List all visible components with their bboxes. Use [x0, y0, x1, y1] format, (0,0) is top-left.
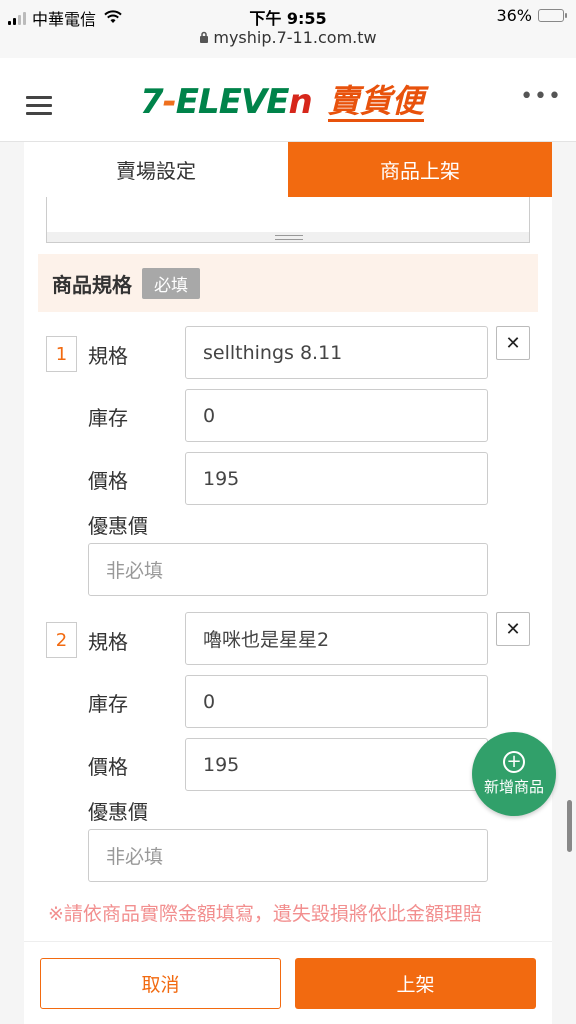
tab-bar: 賣場設定 商品上架 — [24, 142, 552, 197]
url-bar[interactable]: myship.7-11.com.tw — [0, 28, 576, 47]
stock-input[interactable]: 0 — [185, 675, 488, 728]
section-title: 商品規格 — [52, 272, 132, 297]
spec-label: 規格 — [88, 630, 128, 654]
sale-price-label: 優惠價 — [88, 514, 148, 538]
lock-icon — [199, 31, 209, 46]
scrollbar[interactable] — [567, 800, 572, 852]
price-input[interactable]: 195 — [185, 738, 488, 791]
clock: 下午 9:55 — [249, 9, 327, 28]
battery-icon — [538, 9, 567, 22]
battery-status: 36% — [496, 6, 567, 25]
sale-price-input[interactable]: 非必填 — [88, 543, 488, 596]
seven-eleven-logo: 7-ELEVEn — [140, 82, 313, 122]
price-label: 價格 — [88, 755, 128, 779]
sale-price-input[interactable]: 非必填 — [88, 829, 488, 882]
required-badge: 必填 — [142, 267, 200, 299]
action-bar: 取消 上架 — [24, 941, 552, 1024]
stock-input[interactable]: 0 — [185, 389, 488, 442]
myship-logo: 賣貨便 — [327, 81, 424, 122]
spec-label: 規格 — [88, 344, 128, 368]
spec-index: 2 — [46, 622, 77, 658]
app-header: 7-ELEVEn 賣貨便 ••• — [0, 58, 576, 142]
stock-label: 庫存 — [88, 692, 128, 716]
price-notice: ※請依商品實際金額填寫，遺失毀損將依此金額理賠 — [48, 903, 482, 925]
add-product-label: 新增商品 — [483, 778, 544, 796]
stock-label: 庫存 — [88, 406, 128, 430]
resize-handle-icon[interactable] — [275, 235, 303, 240]
price-label: 價格 — [88, 469, 128, 493]
spec-name-input[interactable]: 嚕咪也是星星2 — [185, 612, 488, 665]
tab-store-settings[interactable]: 賣場設定 — [24, 142, 288, 197]
status-bar: 中華電信 下午 9:55 36% myship.7-11.com.tw — [0, 0, 576, 58]
spec-index: 1 — [46, 336, 77, 372]
url-text: myship.7-11.com.tw — [213, 28, 377, 47]
remove-spec-button[interactable]: ✕ — [496, 612, 530, 646]
site-logo[interactable]: 7-ELEVEn 賣貨便 — [140, 80, 424, 124]
description-textarea[interactable] — [46, 197, 530, 243]
spec-name-input[interactable]: sellthings 8.11 — [185, 326, 488, 379]
product-form-card: 賣場設定 商品上架 商品規格 必填 1 規格 sellthings 8.11 ✕… — [24, 142, 552, 1024]
add-product-button[interactable]: + 新增商品 — [472, 732, 556, 816]
hamburger-menu-icon[interactable] — [26, 96, 52, 120]
spec-section-header: 商品規格 必填 — [38, 254, 538, 312]
publish-button[interactable]: 上架 — [295, 958, 536, 1009]
remove-spec-button[interactable]: ✕ — [496, 326, 530, 360]
tab-product-listing[interactable]: 商品上架 — [288, 142, 552, 197]
battery-percent: 36% — [496, 6, 532, 25]
price-input[interactable]: 195 — [185, 452, 488, 505]
more-options-icon[interactable]: ••• — [520, 84, 562, 109]
cancel-button[interactable]: 取消 — [40, 958, 281, 1009]
plus-circle-icon: + — [503, 751, 525, 773]
sale-price-label: 優惠價 — [88, 800, 148, 824]
